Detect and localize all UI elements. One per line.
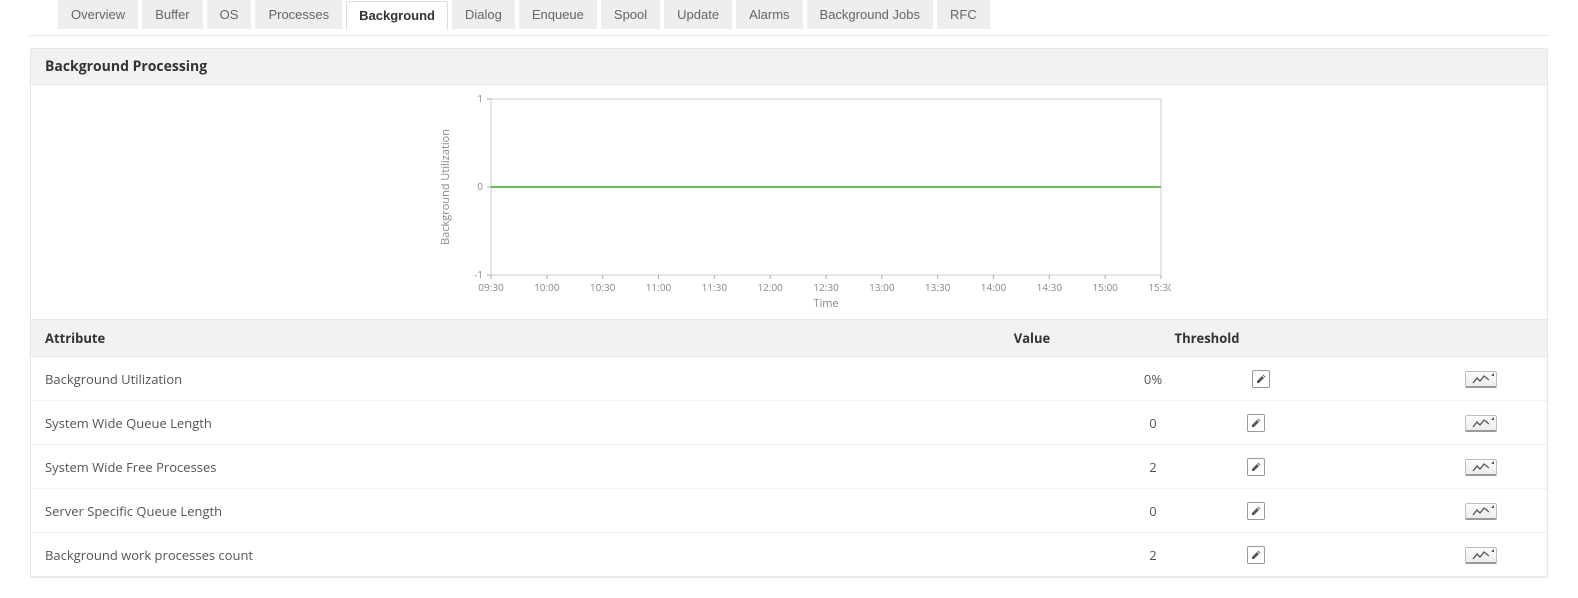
attribute-label: Background work processes count [31,533,967,577]
tab-buffer[interactable]: Buffer [142,0,202,29]
tab-spool[interactable]: Spool [601,0,660,29]
tab-enqueue[interactable]: Enqueue [519,0,597,29]
view-chart-button[interactable] [1465,459,1497,476]
tabs: OverviewBufferOSProcessesBackgroundDialo… [30,0,1548,36]
view-chart-button[interactable] [1465,547,1497,564]
view-chart-button[interactable] [1465,503,1497,520]
value-cell [967,445,1097,489]
svg-text:11:00: 11:00 [646,280,672,294]
tab-alarms[interactable]: Alarms [736,0,802,29]
tab-update[interactable]: Update [664,0,732,29]
tab-background-jobs[interactable]: Background Jobs [807,0,933,29]
edit-threshold-icon[interactable] [1252,370,1270,388]
tab-dialog[interactable]: Dialog [452,0,515,29]
actions-cell [1317,489,1547,533]
threshold-cell: 2 [1097,533,1317,577]
background-panel: Background Processing -1 0 1 09:30 10:00 10:3… [30,48,1548,578]
col-actions-header [1317,320,1547,357]
threshold-value: 0 [1149,502,1156,520]
svg-text:1: 1 [477,91,483,105]
value-cell [967,357,1097,401]
svg-text:11:30: 11:30 [702,280,728,294]
svg-text:13:00: 13:00 [869,280,895,294]
view-chart-button[interactable] [1465,415,1497,432]
threshold-value: 2 [1149,546,1156,564]
threshold-cell: 0 [1097,401,1317,445]
svg-text:10:30: 10:30 [590,280,616,294]
table-row: Background work processes count 2 [31,533,1547,577]
threshold-value: 0% [1144,370,1162,388]
value-cell [967,489,1097,533]
tab-overview[interactable]: Overview [58,0,138,29]
svg-text:15:30: 15:30 [1148,280,1171,294]
threshold-cell: 2 [1097,445,1317,489]
tab-rfc[interactable]: RFC [937,0,990,29]
table-row: Background Utilization 0% [31,357,1547,401]
view-chart-button[interactable] [1465,371,1497,388]
svg-text:13:30: 13:30 [925,280,951,294]
attribute-label: Background Utilization [31,357,967,401]
chart-svg: -1 0 1 09:30 10:00 10:30 11:00 11:30 12:00 12:30 1… [431,91,1171,311]
background-utilization-chart: -1 0 1 09:30 10:00 10:30 11:00 11:30 12:00 12:30 1… [31,85,1547,319]
edit-threshold-icon[interactable] [1247,458,1265,476]
svg-text:12:30: 12:30 [813,280,839,294]
edit-threshold-icon[interactable] [1247,546,1265,564]
threshold-value: 0 [1149,414,1156,432]
svg-text:14:30: 14:30 [1037,280,1063,294]
tab-background[interactable]: Background [346,1,448,30]
svg-text:15:00: 15:00 [1092,280,1118,294]
svg-text:10:00: 10:00 [534,280,560,294]
svg-text:Background Utilization: Background Utilization [438,129,453,245]
table-row: Server Specific Queue Length 0 [31,489,1547,533]
threshold-cell: 0 [1097,489,1317,533]
panel-title: Background Processing [31,49,1547,85]
table-row: System Wide Free Processes 2 [31,445,1547,489]
value-cell [967,533,1097,577]
svg-text:14:00: 14:00 [981,280,1007,294]
value-cell [967,401,1097,445]
svg-text:Time: Time [813,296,838,311]
attribute-label: System Wide Queue Length [31,401,967,445]
actions-cell [1317,357,1547,401]
col-value-header: Value [967,320,1097,357]
col-attribute-header: Attribute [31,320,967,357]
svg-text:0: 0 [477,179,483,193]
tab-processes[interactable]: Processes [255,0,342,29]
edit-threshold-icon[interactable] [1247,502,1265,520]
col-threshold-header: Threshold [1097,320,1317,357]
attribute-label: System Wide Free Processes [31,445,967,489]
edit-threshold-icon[interactable] [1247,414,1265,432]
svg-text:12:00: 12:00 [757,280,783,294]
tab-os[interactable]: OS [207,0,252,29]
actions-cell [1317,533,1547,577]
attribute-label: Server Specific Queue Length [31,489,967,533]
svg-text:09:30: 09:30 [478,280,504,294]
svg-text:-1: -1 [474,267,483,281]
threshold-cell: 0% [1097,357,1317,401]
attributes-table: Attribute Value Threshold Background Uti… [31,319,1547,577]
actions-cell [1317,401,1547,445]
actions-cell [1317,445,1547,489]
threshold-value: 2 [1149,458,1156,476]
table-row: System Wide Queue Length 0 [31,401,1547,445]
